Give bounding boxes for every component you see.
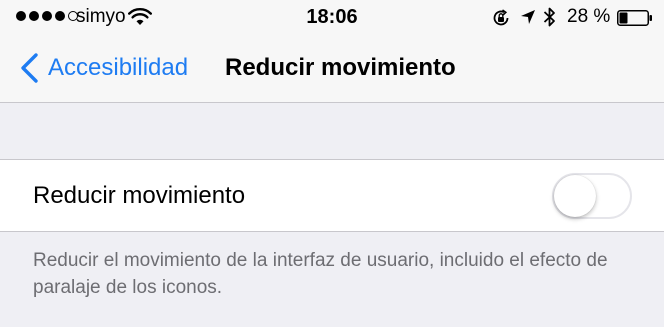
- location-arrow-icon: [521, 10, 535, 24]
- toggle-knob: [554, 175, 596, 217]
- status-time: 18:06: [306, 6, 358, 28]
- back-button-label: Accesibilidad: [48, 54, 189, 81]
- bluetooth-icon: [543, 7, 555, 27]
- rotation-lock-icon: [493, 9, 509, 26]
- page-title: Reducir movimiento: [225, 54, 456, 81]
- battery-percentage: 28 %: [567, 6, 611, 27]
- setting-description: Reducir el movimiento de la interfaz de …: [33, 250, 608, 298]
- chevron-left-icon: [21, 53, 38, 83]
- reduce-motion-label: Reducir movimiento: [33, 182, 246, 209]
- reduce-motion-toggle[interactable]: [552, 173, 632, 219]
- reduce-motion-row: Reducir movimiento: [0, 159, 664, 232]
- back-button[interactable]: Accesibilidad: [18, 52, 188, 84]
- navigation-bar: Accesibilidad Reducir movimiento: [0, 36, 664, 103]
- status-bar: simyo 18:06 28 %: [0, 0, 664, 36]
- battery-icon: [617, 10, 652, 26]
